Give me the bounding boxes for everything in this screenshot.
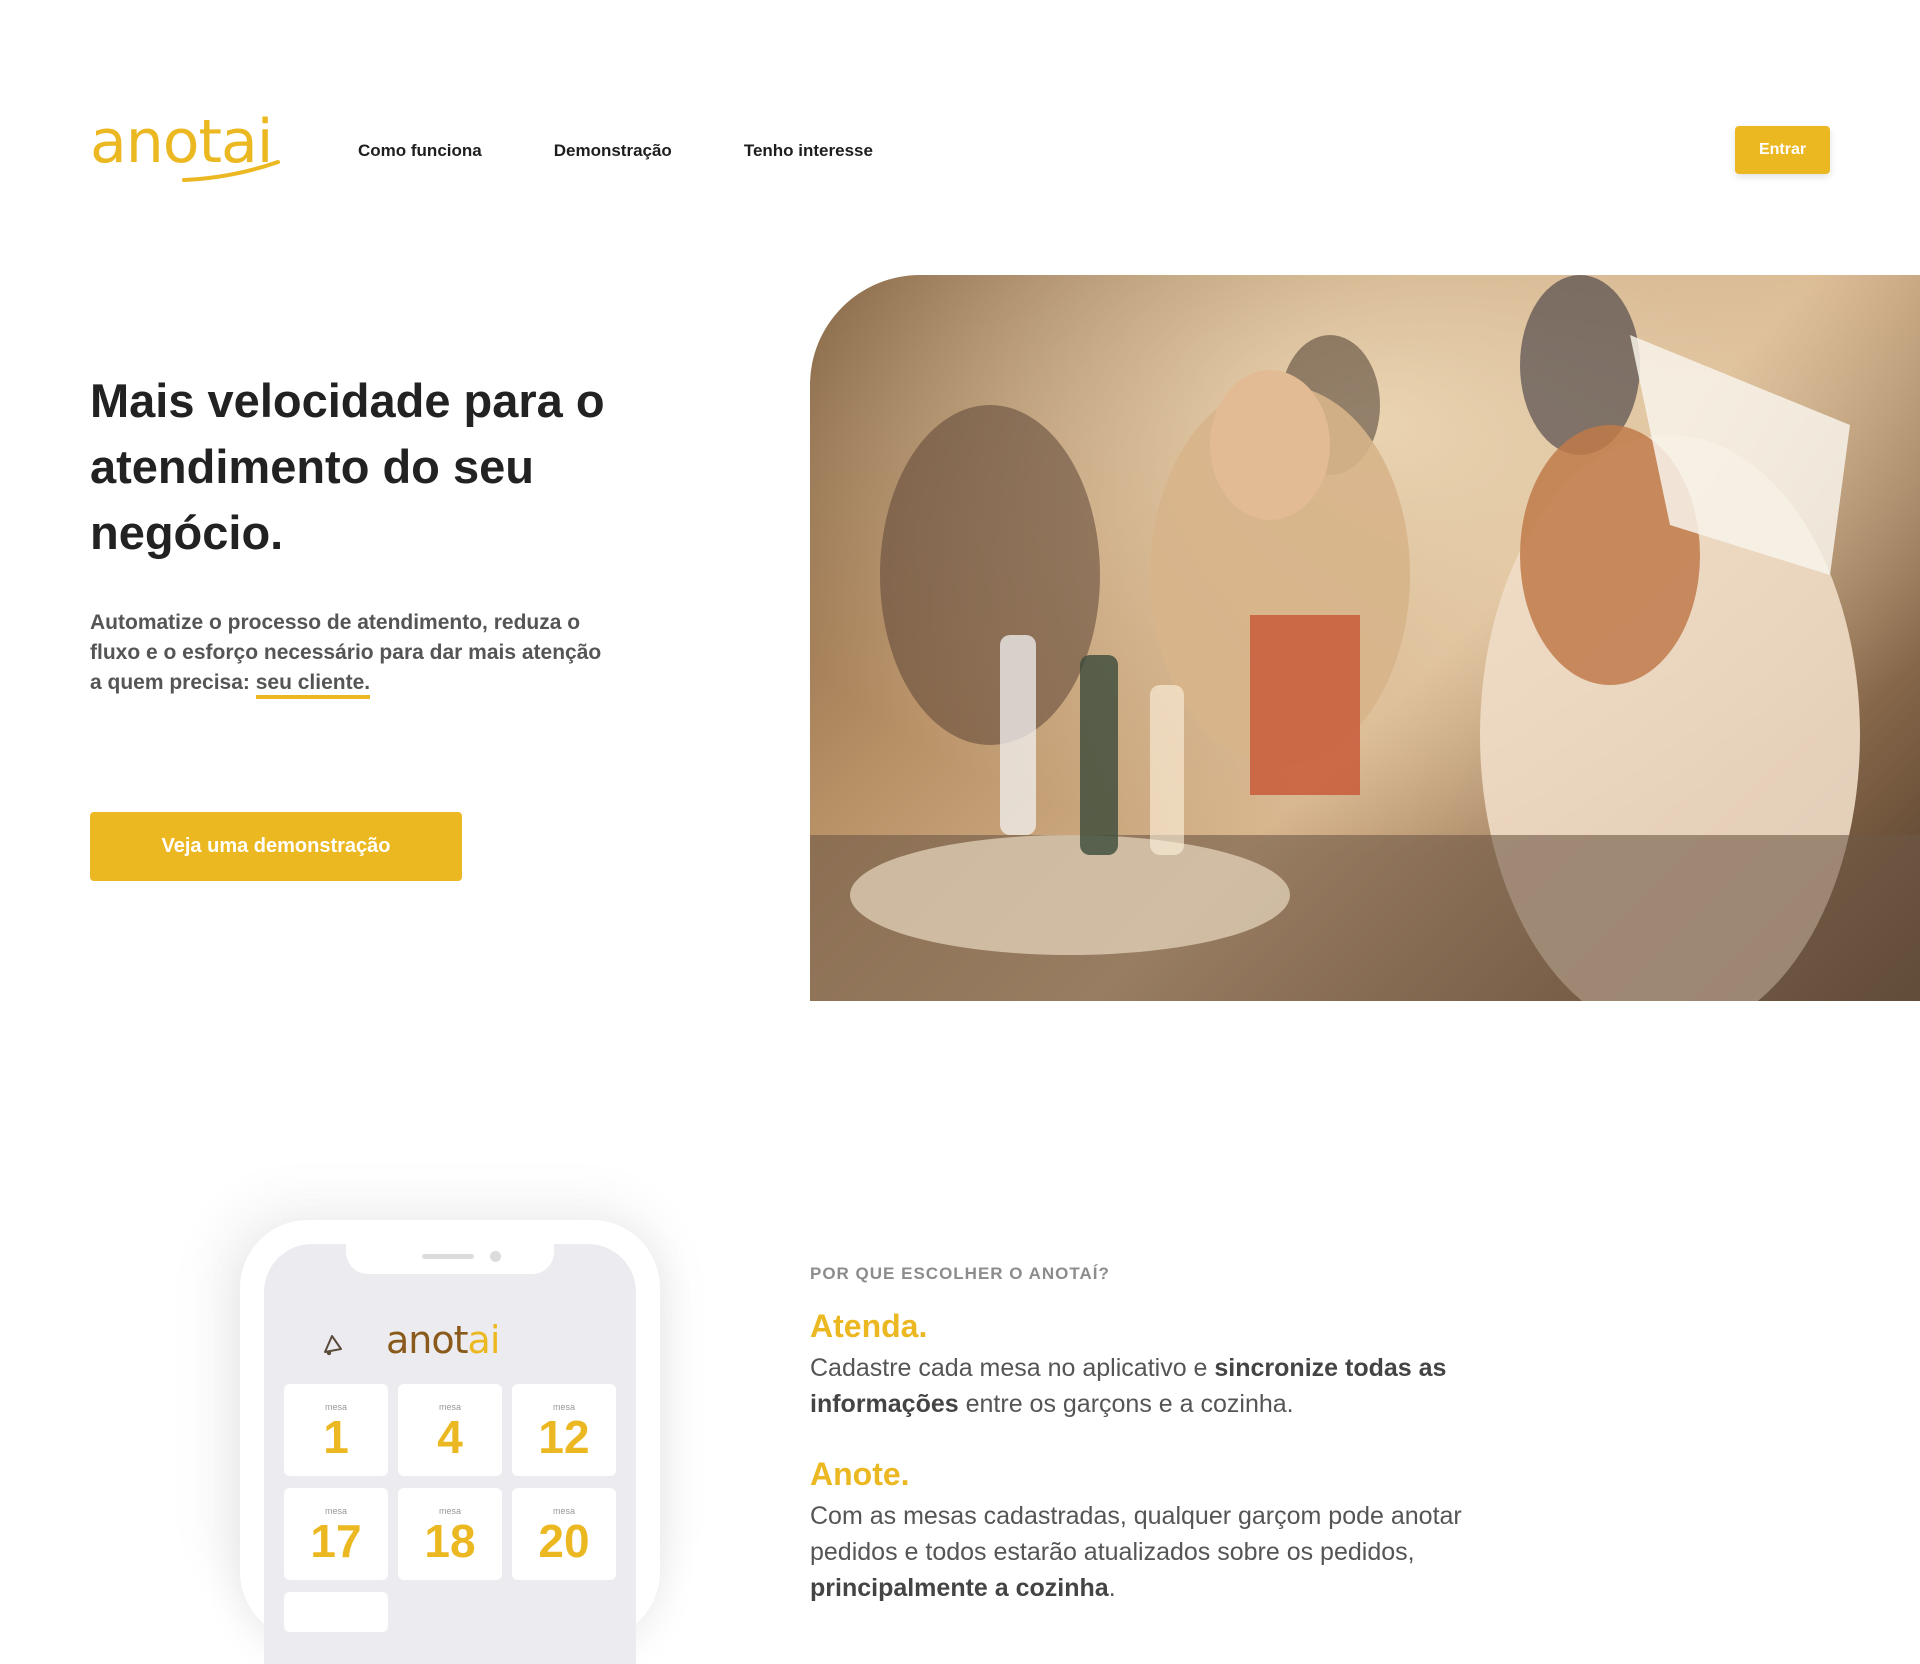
nav-link-tenho-interesse[interactable]: Tenho interesse [744,141,873,161]
table-number: 18 [424,1515,476,1567]
table-number: 17 [310,1515,362,1567]
feature-text-atenda: Cadastre cada mesa no aplicativo e sincr… [810,1350,1530,1422]
phone-app-logo: anotai [386,1318,501,1362]
logo-swoosh-icon [182,160,280,182]
nav-link-como-funciona[interactable]: Como funciona [358,141,482,161]
restaurant-photo-illustration [810,275,1920,1001]
bell-icon[interactable] [320,1332,346,1358]
table-tile-partial[interactable] [284,1592,388,1632]
features-eyebrow: POR QUE ESCOLHER O ANOTAÍ? [810,1264,1110,1283]
main-nav: Como funciona Demonstração Tenho interes… [358,141,873,161]
table-number: 1 [323,1411,349,1463]
phone-logo-accent: ai [467,1318,501,1362]
table-tile[interactable]: mesa 20 [512,1488,616,1580]
feature-text-part: Com as mesas cadastradas, qualquer garço… [810,1502,1462,1566]
hero-title: Mais velocidade para o atendimento do se… [90,374,605,559]
feature-text-anote: Com as mesas cadastradas, qualquer garço… [810,1498,1530,1606]
table-number: 20 [538,1515,590,1567]
nav-link-demonstracao[interactable]: Demonstração [554,141,672,161]
feature-text-part: Cadastre cada mesa no aplicativo e [810,1354,1215,1382]
feature-text-part: . [1108,1574,1116,1602]
feature-title-anote: Anote. [810,1456,910,1492]
brand-logo[interactable]: anotai [90,112,280,182]
demo-cta-button[interactable]: Veja uma demonstração [90,812,462,881]
table-tile[interactable]: mesa 17 [284,1488,388,1580]
phone-notch [346,1244,554,1274]
table-tile[interactable]: mesa 4 [398,1384,502,1476]
hero-subtitle-highlight: seu cliente. [255,671,371,699]
phone-screen: anotai mesa 1 mesa 4 mesa 12 mesa 17 mes… [264,1244,636,1664]
hero-photo [810,275,1920,1001]
speaker-grill [422,1254,474,1259]
table-number: 4 [437,1411,463,1463]
enter-button[interactable]: Entrar [1735,126,1830,174]
camera-dot [490,1251,501,1262]
feature-text-part: entre os garçons e a cozinha. [958,1390,1294,1418]
phone-logo-main: anot [386,1318,469,1362]
feature-title-atenda: Atenda. [810,1308,928,1344]
table-tile[interactable]: mesa 12 [512,1384,616,1476]
table-tile[interactable]: mesa 1 [284,1384,388,1476]
feature-text-bold: principalmente a cozinha [810,1574,1109,1602]
phone-mockup: anotai mesa 1 mesa 4 mesa 12 mesa 17 mes… [240,1220,660,1664]
table-number: 12 [538,1411,590,1463]
hero-subtitle: Automatize o processo de atendimento, re… [90,608,610,699]
table-tile[interactable]: mesa 18 [398,1488,502,1580]
